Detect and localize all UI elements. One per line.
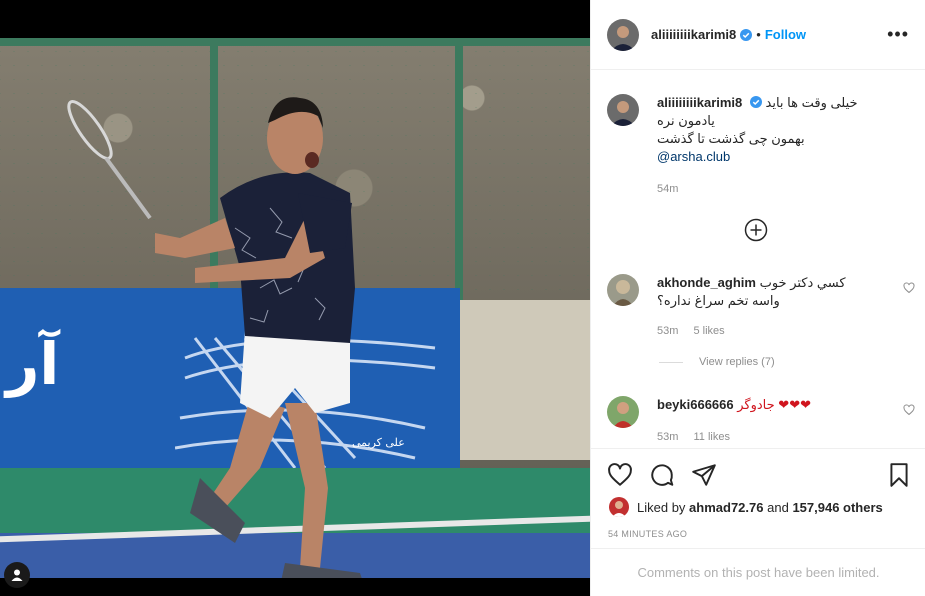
caption-time[interactable]: 54m <box>657 180 858 198</box>
like-comment-heart-icon[interactable] <box>903 404 915 416</box>
follow-button[interactable]: Follow <box>765 27 806 42</box>
comments-limited-notice: Comments on this post have been limited. <box>591 548 925 596</box>
verified-badge-icon <box>749 96 762 108</box>
comment-text: کسي دکتر خوب <box>759 275 846 290</box>
username-link[interactable]: aliiiiiiiikarimi8 <box>651 27 736 42</box>
comment-username[interactable]: beyki666666 <box>657 397 734 412</box>
separator-dot: • <box>756 27 761 42</box>
liked-by: Liked by ahmad72.76 and 157,946 others <box>609 497 883 517</box>
load-more-comments-icon[interactable] <box>744 218 768 242</box>
comment-item: beyki666666 جادوگر ❤❤❤ 53m 11 likes <box>607 396 917 446</box>
post-actions: Liked by ahmad72.76 and 157,946 others 5… <box>591 448 925 548</box>
tagged-user-button[interactable] <box>4 562 30 588</box>
comment-likes[interactable]: 11 likes <box>693 431 729 443</box>
caption-line: بهمون چی گذشت تا گذشت <box>657 131 805 146</box>
verified-badge-icon <box>740 28 753 41</box>
comment-time[interactable]: 53m <box>657 431 678 443</box>
avatar[interactable] <box>607 274 639 306</box>
photo-signature: علی کریمی <box>352 436 405 449</box>
racket <box>67 100 152 220</box>
post-photo[interactable]: آر علی کریمی <box>0 0 590 596</box>
post-side-panel: aliiiiiiiikarimi8 • Follow ••• aliiiiiii… <box>590 0 925 596</box>
more-options-icon[interactable]: ••• <box>887 24 909 45</box>
banner-logo-text: آر <box>6 330 60 398</box>
view-replies-label: View replies (7) <box>699 356 775 368</box>
view-replies-button[interactable]: View replies (7) <box>659 356 775 368</box>
liked-by-prefix: Liked by <box>637 499 686 515</box>
caption: aliiiiiiiikarimi8 خیلی وقت ها باید یادمو… <box>607 94 907 198</box>
liked-by-user[interactable]: ahmad72.76 <box>689 500 763 515</box>
liked-by-and: and <box>767 499 789 515</box>
person-icon <box>11 569 23 581</box>
tennis-player <box>67 97 362 578</box>
comment-text: واسه تخم سراغ نداره؟ <box>657 293 780 308</box>
comment-text: جادوگر ❤❤❤ <box>737 397 811 412</box>
caption-line: خیلی وقت ها باید <box>765 95 858 110</box>
post-timestamp[interactable]: 54 MINUTES AGO <box>608 529 687 539</box>
save-bookmark-icon[interactable] <box>886 462 912 488</box>
like-comment-heart-icon[interactable] <box>903 282 915 294</box>
liker-avatar[interactable] <box>609 497 629 517</box>
comment-likes[interactable]: 5 likes <box>693 325 724 337</box>
mention-link[interactable]: @arsha.club <box>657 148 858 166</box>
comment-username[interactable]: akhonde_aghim <box>657 275 756 290</box>
comment-bubble-icon[interactable] <box>649 462 675 488</box>
post-header: aliiiiiiiikarimi8 • Follow ••• <box>591 0 925 70</box>
avatar[interactable] <box>607 396 639 428</box>
caption-line: یادمون نره <box>657 113 715 128</box>
photo-scene: آر علی کریمی <box>0 38 590 578</box>
like-heart-icon[interactable] <box>607 462 633 488</box>
comments-section[interactable]: aliiiiiiiikarimi8 خیلی وقت ها باید یادمو… <box>591 70 925 448</box>
back-wall <box>460 300 590 460</box>
avatar[interactable] <box>607 18 639 51</box>
fence-bar <box>0 38 590 46</box>
comment-time[interactable]: 53m <box>657 325 678 337</box>
comment-item: akhonde_aghim کسي دکتر خوب واسه تخم سراغ… <box>607 274 917 340</box>
replies-divider <box>659 361 683 363</box>
likes-count-link[interactable]: 157,946 others <box>792 500 882 515</box>
caption-username[interactable]: aliiiiiiiikarimi8 <box>657 95 742 110</box>
share-send-icon[interactable] <box>691 462 717 488</box>
avatar[interactable] <box>607 94 639 126</box>
